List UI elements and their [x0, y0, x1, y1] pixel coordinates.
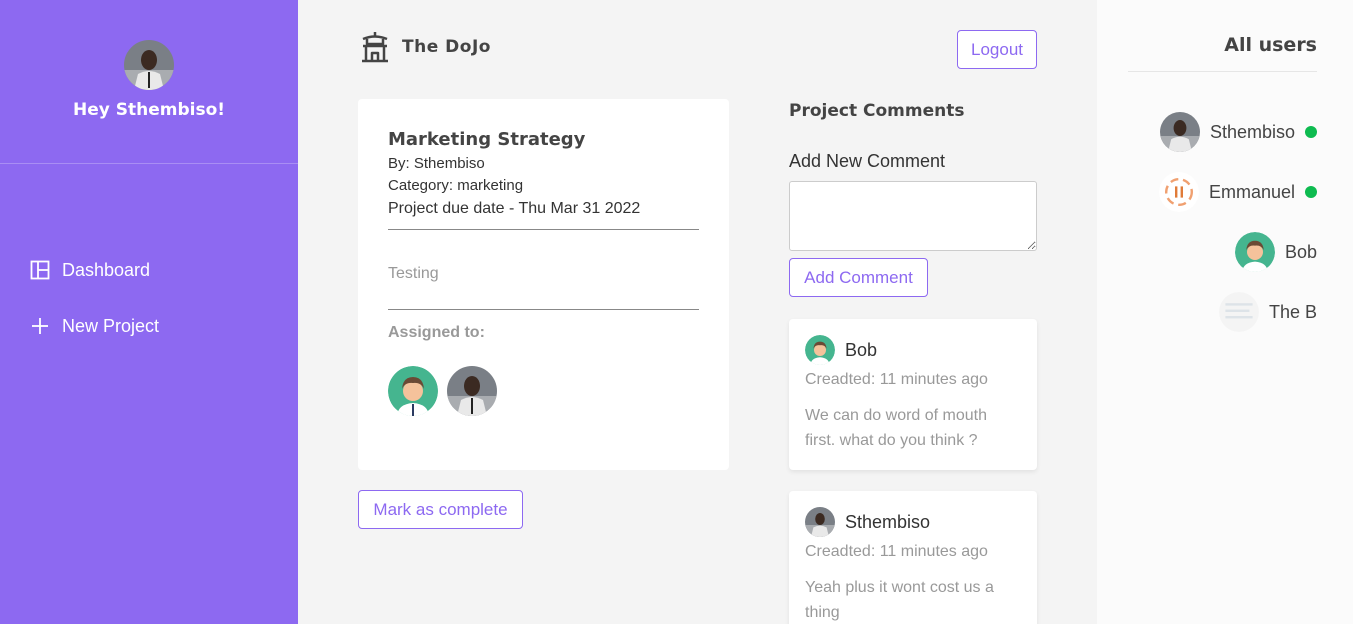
comment-header: Bob [805, 335, 1021, 365]
user-avatar [1234, 232, 1275, 272]
project-title: Marketing Strategy [388, 129, 586, 150]
project-author: By: Sthembiso [388, 155, 485, 172]
user-name: Bob [1284, 241, 1317, 262]
nav-new-project[interactable]: New Project [30, 312, 298, 340]
brand[interactable]: The DoJo [358, 30, 491, 64]
user-name: The B [1268, 301, 1317, 322]
brand-name: The DoJo [402, 37, 491, 57]
assignee-avatar [447, 366, 497, 416]
nav-new-project-label: New Project [62, 315, 160, 336]
comment-avatar [805, 335, 835, 365]
user-item[interactable]: Sthembiso [1150, 112, 1317, 152]
add-comment-label: Add New Comment [789, 151, 946, 171]
user-item[interactable]: Bob [1225, 232, 1317, 272]
assignee-list [388, 366, 699, 416]
sidebar: Hey Sthembiso! Dashboard New Project [0, 0, 298, 624]
user-avatar [1159, 112, 1200, 152]
user-item[interactable]: Emmanuel [1149, 172, 1317, 212]
user-item[interactable]: The B [1209, 292, 1317, 332]
plus-icon [32, 318, 48, 334]
comment-text: We can do word of mouth first. what do y… [805, 407, 988, 449]
comment-author: Bob [845, 339, 878, 360]
user-avatar [124, 40, 174, 90]
user-avatar [1218, 292, 1259, 332]
comment-card: Sthembiso Creadted: 11 minutes ago Yeah … [789, 491, 1037, 624]
comment-input[interactable] [789, 181, 1037, 251]
online-indicator [1305, 186, 1317, 198]
assigned-label: Assigned to: [388, 324, 485, 341]
users-panel: All users Sthembiso Emmanuel Bob The B [1097, 0, 1353, 624]
users-heading: All users [1224, 34, 1317, 56]
assignee-avatar [388, 366, 438, 416]
project-description: Testing [388, 265, 699, 310]
comments-heading: Project Comments [789, 101, 965, 121]
top-bar: The DoJo Logout [358, 28, 1037, 70]
comment-avatar [805, 507, 835, 537]
users-divider [1128, 71, 1317, 72]
comment-header: Sthembiso [805, 507, 1021, 537]
comment-text: Yeah plus it wont cost us a thing [805, 579, 994, 621]
comment-time: Creadted: 11 minutes ago [805, 371, 988, 388]
user-avatar [1158, 172, 1199, 212]
comment-card: Bob Creadted: 11 minutes ago We can do w… [789, 319, 1037, 470]
logout-button[interactable]: Logout [957, 30, 1037, 69]
dashboard-icon [30, 260, 50, 280]
user-name: Emmanuel [1208, 181, 1295, 202]
nav-dashboard-label: Dashboard [62, 259, 151, 280]
mark-complete-button[interactable]: Mark as complete [358, 490, 523, 529]
add-comment-button[interactable]: Add Comment [789, 258, 928, 297]
project-card: Marketing Strategy By: Sthembiso Categor… [358, 99, 729, 470]
temple-icon [362, 32, 388, 63]
online-indicator [1305, 126, 1317, 138]
user-name: Sthembiso [1209, 121, 1295, 142]
sidebar-nav: Dashboard New Project [0, 256, 298, 340]
project-due-date: Project due date - Thu Mar 31 2022 [388, 200, 699, 230]
greeting: Hey Sthembiso! [72, 100, 226, 120]
nav-dashboard[interactable]: Dashboard [30, 256, 298, 284]
comment-author: Sthembiso [845, 511, 931, 532]
project-category: Category: marketing [388, 177, 524, 194]
comment-time: Creadted: 11 minutes ago [805, 543, 988, 560]
sidebar-user: Hey Sthembiso! [0, 0, 298, 164]
comments-section: Project Comments Add New Comment Add Com… [789, 99, 1037, 624]
